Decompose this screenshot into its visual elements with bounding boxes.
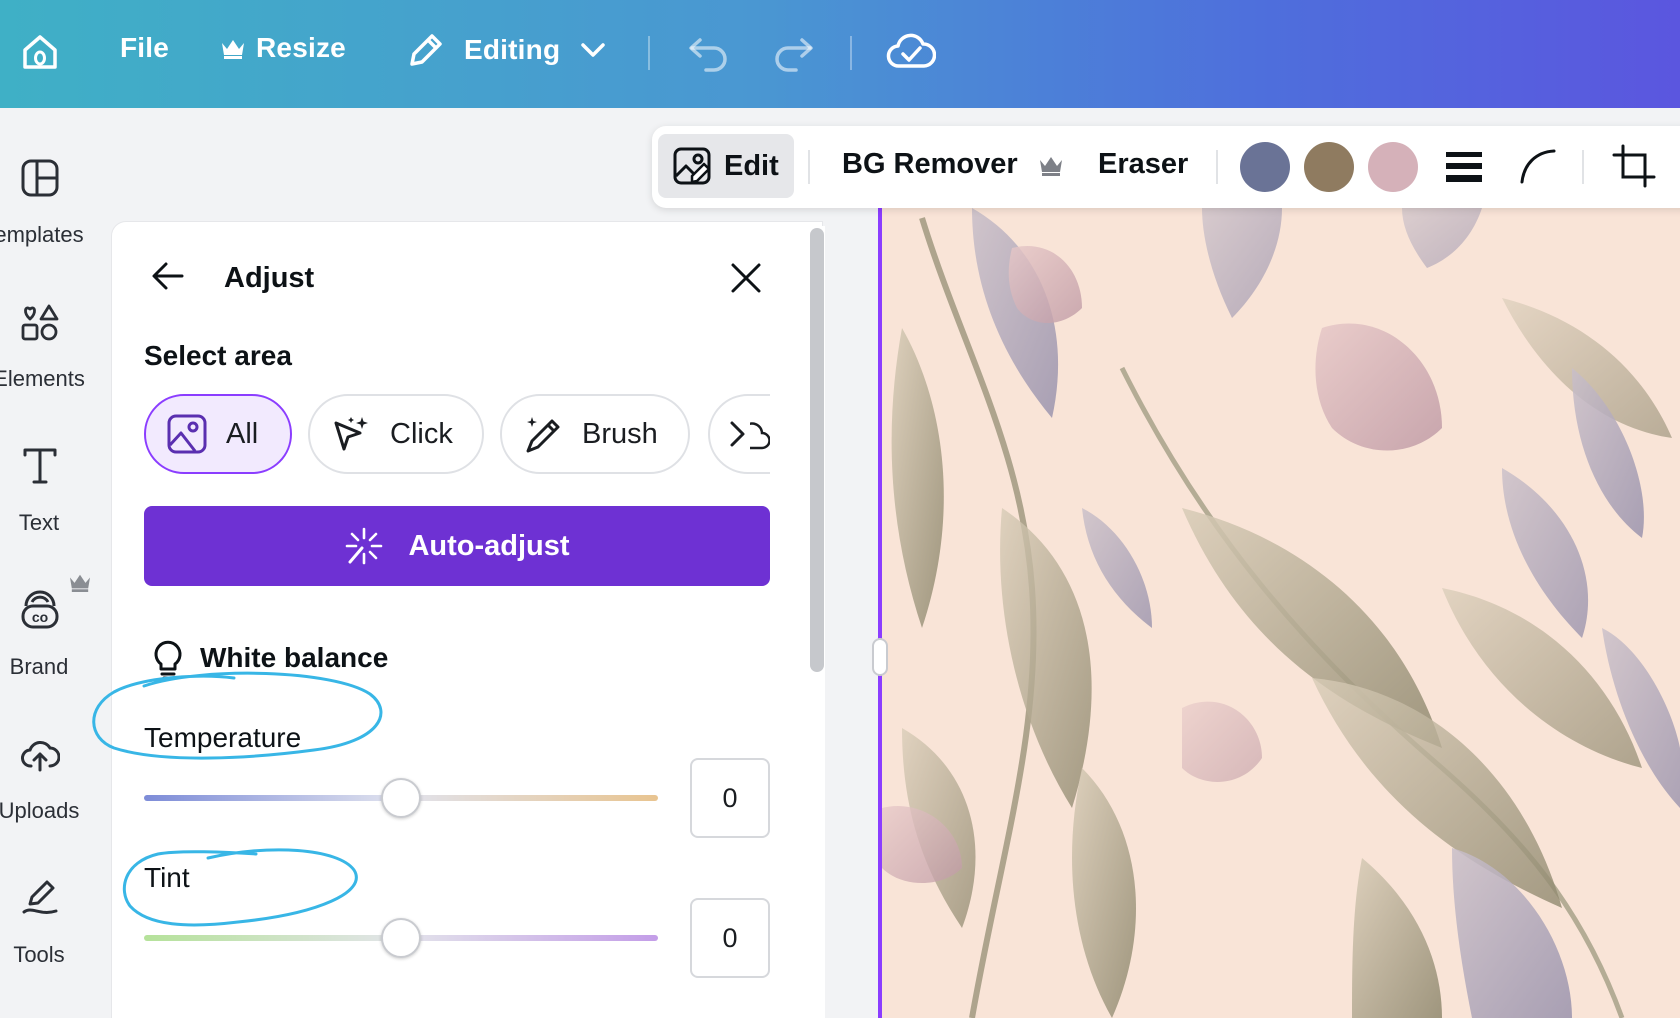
elements-icon [21,304,59,341]
crown-icon [222,40,244,59]
divider [808,150,810,184]
file-label: File [120,32,170,63]
sparkle-icon [346,527,383,565]
crown-icon [70,574,90,592]
select-area-heading: Select area [144,340,292,371]
templates-icon [21,159,59,197]
editing-mode-button[interactable]: Editing [404,28,606,72]
sidebar-item-text[interactable]: Text [0,446,112,576]
redo-button[interactable] [770,32,816,72]
sidebar-item-tools[interactable]: Tools [0,878,112,1008]
annotation-circle-tint [122,848,358,927]
top-bar: File Resize Editing [0,0,1680,108]
svg-text:co: co [32,609,48,625]
chip-label: Brush [582,417,658,450]
chevron-down-icon [581,43,606,57]
divider [1582,150,1584,184]
sidebar-item-templates[interactable]: emplates [0,158,112,288]
resize-handle[interactable] [872,638,888,676]
image-icon [167,414,207,454]
back-button[interactable] [150,258,186,299]
auto-adjust-button[interactable]: Auto-adjust [144,506,770,586]
chips-next-button[interactable] [724,418,750,450]
uploads-icon [21,741,60,772]
edit-label: Edit [724,149,779,182]
crop-icon [1612,144,1656,188]
crown-icon [1039,156,1062,176]
panel-scrollbar[interactable] [810,228,824,672]
color-swatch-3[interactable] [1368,142,1418,192]
border-weight-icon [1446,152,1482,182]
close-icon [731,263,761,293]
magic-cursor-icon [334,417,368,451]
undo-icon [689,38,727,72]
redo-icon [775,38,813,72]
sidebar-item-label: Text [18,510,60,535]
file-menu-button[interactable]: File [120,32,169,64]
eraser-button[interactable]: Eraser [1098,148,1188,181]
color-swatch-2[interactable] [1304,142,1354,192]
chip-label: Click [390,417,453,450]
bg-remover-button[interactable]: BG Remover [842,148,1064,181]
resize-label: Resize [256,32,346,63]
edit-image-icon [673,147,711,185]
border-style-button[interactable] [1444,146,1484,191]
chevron-right-icon [730,421,745,447]
select-area-click-chip[interactable]: Click [308,394,484,474]
chips-scroll-container [708,394,770,474]
corner-rounding-button[interactable] [1518,146,1558,191]
bg-remover-label: BG Remover [842,148,1018,180]
temperature-value-input[interactable]: 0 [690,758,770,838]
select-area-all-chip[interactable]: All [144,394,292,474]
chip-label: All [226,417,259,450]
auto-adjust-label: Auto-adjust [408,529,570,562]
tools-icon [22,880,58,914]
arrow-left-icon [152,262,184,290]
selection-border [878,208,882,1018]
crop-button[interactable] [1612,144,1656,193]
sidebar-item-elements[interactable]: Elements [0,302,112,432]
sidebar-item-label: emplates [0,222,84,247]
select-area-brush-chip[interactable]: Brush [500,394,690,474]
cloud-sync-button[interactable] [886,30,936,72]
divider [850,36,852,70]
sidebar-item-label: Uploads [0,798,80,823]
tint-value: 0 [722,922,738,953]
editing-label: Editing [464,34,561,65]
temperature-slider-thumb[interactable] [381,778,421,818]
cloud-check-icon [886,33,936,68]
divider [1216,150,1218,184]
eraser-label: Eraser [1098,148,1189,180]
floral-watercolor-image [882,208,1680,1018]
tint-value-input[interactable]: 0 [690,898,770,978]
brand-icon: co [21,590,59,629]
text-icon [23,448,57,484]
corner-radius-icon [1520,149,1556,184]
sidebar-item-label: Tools [13,942,65,967]
panel-title: Adjust [224,262,315,294]
undo-button[interactable] [686,32,732,72]
divider [648,36,650,70]
edit-image-button[interactable]: Edit [658,134,794,198]
annotation-circle-temperature [92,671,383,760]
temperature-value: 0 [722,782,738,813]
magic-brush-icon [526,417,560,453]
tint-slider-thumb[interactable] [381,918,421,958]
sidebar-item-label: Elements [0,366,85,391]
pencil-icon [410,34,442,66]
close-button[interactable] [728,260,764,301]
resize-button[interactable]: Resize [220,32,346,64]
left-sidebar: emplates Elements Text co Brand Uploads … [0,108,112,1018]
color-swatch-1[interactable] [1240,142,1290,192]
home-icon [23,35,57,69]
design-canvas-image[interactable] [882,208,1680,1018]
home-button[interactable] [18,30,62,74]
